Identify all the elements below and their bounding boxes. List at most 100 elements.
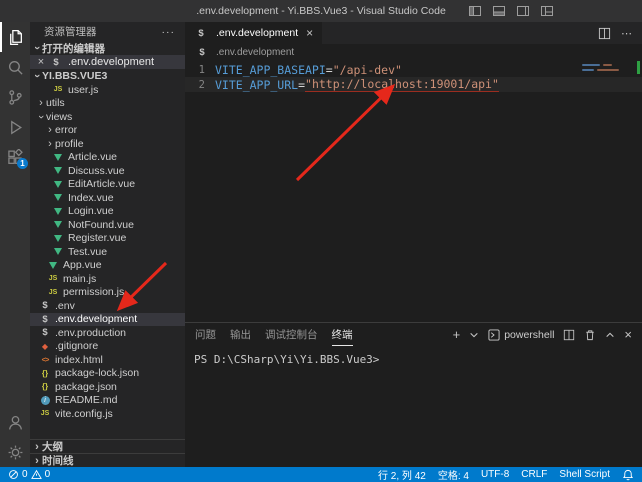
chevron-right-icon: › — [32, 455, 42, 467]
open-editor-item[interactable]: × $ .env.development — [30, 55, 185, 69]
code-line-1: 1VITE_APP_BASEAPI="/api-dev" — [185, 62, 642, 77]
project-section[interactable]: › YI.BBS.VUE3 — [30, 69, 185, 83]
close-icon[interactable]: × — [306, 26, 313, 40]
chevron-right-icon: › — [45, 124, 55, 136]
editor-tab-bar: $ .env.development × ⋯ — [185, 22, 642, 44]
readme-info-icon: i — [38, 396, 52, 405]
maximize-panel-icon[interactable] — [605, 330, 615, 340]
tab-output[interactable]: 输出 — [230, 323, 251, 346]
tree-item-index-vue[interactable]: Index.vue — [30, 191, 185, 205]
open-editors-section[interactable]: › 打开的编辑器 — [30, 41, 185, 55]
indentation[interactable]: 空格: 4 — [438, 467, 469, 482]
code-line-2: 2VITE_APP_URL="http://localhost:19001/ap… — [185, 77, 642, 92]
tree-item-article-vue[interactable]: Article.vue — [30, 151, 185, 165]
tab-terminal[interactable]: 终端 — [332, 323, 353, 346]
chevron-down-icon: › — [31, 43, 43, 53]
split-terminal-icon[interactable] — [563, 329, 575, 341]
encoding[interactable]: UTF-8 — [481, 469, 509, 480]
customize-layout-icon[interactable] — [540, 4, 554, 18]
toggle-panel-icon[interactable] — [492, 4, 506, 18]
more-actions-icon[interactable]: ··· — [162, 26, 176, 38]
tree-item-vite-config-js[interactable]: JSvite.config.js — [30, 407, 185, 421]
js-icon: JS — [46, 289, 60, 296]
new-terminal-icon[interactable]: + — [453, 328, 461, 341]
overview-ruler-modified-mark — [637, 61, 640, 74]
search-icon[interactable] — [0, 52, 30, 82]
more-actions-icon[interactable]: ⋯ — [621, 27, 632, 40]
layout-controls — [468, 0, 554, 22]
tree-item-login-vue[interactable]: Login.vue — [30, 205, 185, 219]
timeline-section[interactable]: › 时间线 — [30, 453, 185, 467]
tree-item-gitignore[interactable]: ◆.gitignore — [30, 340, 185, 354]
tree-item-permission-js[interactable]: JSpermission.js — [30, 286, 185, 300]
file-tree: JSuser.js ›utils ›views ›error ›profile … — [30, 83, 185, 439]
vue-icon — [51, 194, 65, 201]
extensions-badge: 1 — [17, 158, 28, 169]
terminal-prompt: PS D:\CSharp\Yi\Yi.BBS.Vue3> — [194, 353, 379, 366]
warning-icon — [31, 469, 42, 480]
eol-sequence[interactable]: CRLF — [521, 469, 547, 480]
tree-item-profile[interactable]: ›profile — [30, 137, 185, 151]
run-debug-icon[interactable] — [0, 112, 30, 142]
tree-item-env-development[interactable]: $.env.development — [30, 313, 185, 327]
json-icon: {} — [38, 369, 52, 378]
json-icon: {} — [38, 382, 52, 391]
split-editor-icon[interactable] — [598, 27, 611, 40]
vue-icon — [51, 167, 65, 174]
kill-terminal-trash-icon[interactable] — [584, 329, 596, 341]
env-icon: $ — [195, 47, 209, 58]
tree-item-utils[interactable]: ›utils — [30, 97, 185, 111]
tree-item-package-json[interactable]: {}package.json — [30, 380, 185, 394]
vue-icon — [51, 208, 65, 215]
source-control-icon[interactable] — [0, 82, 30, 112]
tree-item-index-html[interactable]: <>index.html — [30, 353, 185, 367]
explorer-icon[interactable] — [0, 22, 30, 52]
outline-section[interactable]: › 大纲 — [30, 439, 185, 453]
language-mode[interactable]: Shell Script — [559, 469, 610, 480]
sidebar-title: 资源管理器 — [44, 24, 97, 39]
vscode-window: { "title_bar": { "title": ".env.developm… — [0, 0, 642, 482]
account-icon[interactable] — [0, 407, 30, 437]
tree-item-env[interactable]: $.env — [30, 299, 185, 313]
cursor-position[interactable]: 行 2, 列 42 — [378, 467, 426, 482]
terminal-output[interactable]: PS D:\CSharp\Yi\Yi.BBS.Vue3> — [185, 346, 642, 366]
tab-env-development[interactable]: $ .env.development × — [185, 22, 323, 44]
tree-item-register-vue[interactable]: Register.vue — [30, 232, 185, 246]
tree-item-env-production[interactable]: $.env.production — [30, 326, 185, 340]
toggle-sidebar-icon[interactable] — [468, 4, 482, 18]
notifications-bell-icon[interactable] — [622, 469, 634, 481]
tree-item-package-lock-json[interactable]: {}package-lock.json — [30, 367, 185, 381]
toggle-secondary-sidebar-icon[interactable] — [516, 4, 530, 18]
tree-item-test-vue[interactable]: Test.vue — [30, 245, 185, 259]
tree-item-user-js[interactable]: JSuser.js — [30, 83, 185, 97]
activity-bar: 1 — [0, 22, 30, 467]
tab-problems[interactable]: 问题 — [195, 323, 216, 346]
chevron-down-icon[interactable] — [469, 330, 479, 340]
tree-item-views[interactable]: ›views — [30, 110, 185, 124]
tree-item-app-vue[interactable]: App.vue — [30, 259, 185, 273]
close-panel-icon[interactable]: × — [624, 328, 632, 341]
shell-selector[interactable]: powershell — [488, 329, 554, 341]
line-number: 2 — [185, 79, 215, 91]
extensions-icon[interactable]: 1 — [0, 142, 30, 172]
tree-item-main-js[interactable]: JSmain.js — [30, 272, 185, 286]
tree-item-readme-md[interactable]: iREADME.md — [30, 394, 185, 408]
breadcrumb[interactable]: $ .env.development — [185, 44, 642, 60]
title-bar: .env.development - Yi.BBS.Vue3 - Visual … — [0, 0, 642, 22]
problems-indicator[interactable]: 0 0 — [8, 469, 50, 480]
env-icon: $ — [194, 28, 208, 39]
env-icon: $ — [38, 314, 52, 325]
tree-item-editarticle-vue[interactable]: EditArticle.vue — [30, 178, 185, 192]
tree-item-notfound-vue[interactable]: NotFound.vue — [30, 218, 185, 232]
settings-gear-icon[interactable] — [0, 437, 30, 467]
tree-item-error[interactable]: ›error — [30, 124, 185, 138]
close-icon[interactable]: × — [35, 56, 47, 68]
tab-debug-console[interactable]: 调试控制台 — [265, 323, 318, 346]
tree-item-discuss-vue[interactable]: Discuss.vue — [30, 164, 185, 178]
line-number: 1 — [185, 64, 215, 76]
minimap[interactable] — [582, 64, 628, 74]
terminal-actions: + powershell × — [453, 328, 632, 341]
terminal-icon — [488, 329, 500, 341]
code-editor[interactable]: 1VITE_APP_BASEAPI="/api-dev" 2VITE_APP_U… — [185, 60, 642, 322]
vue-icon — [46, 262, 60, 269]
